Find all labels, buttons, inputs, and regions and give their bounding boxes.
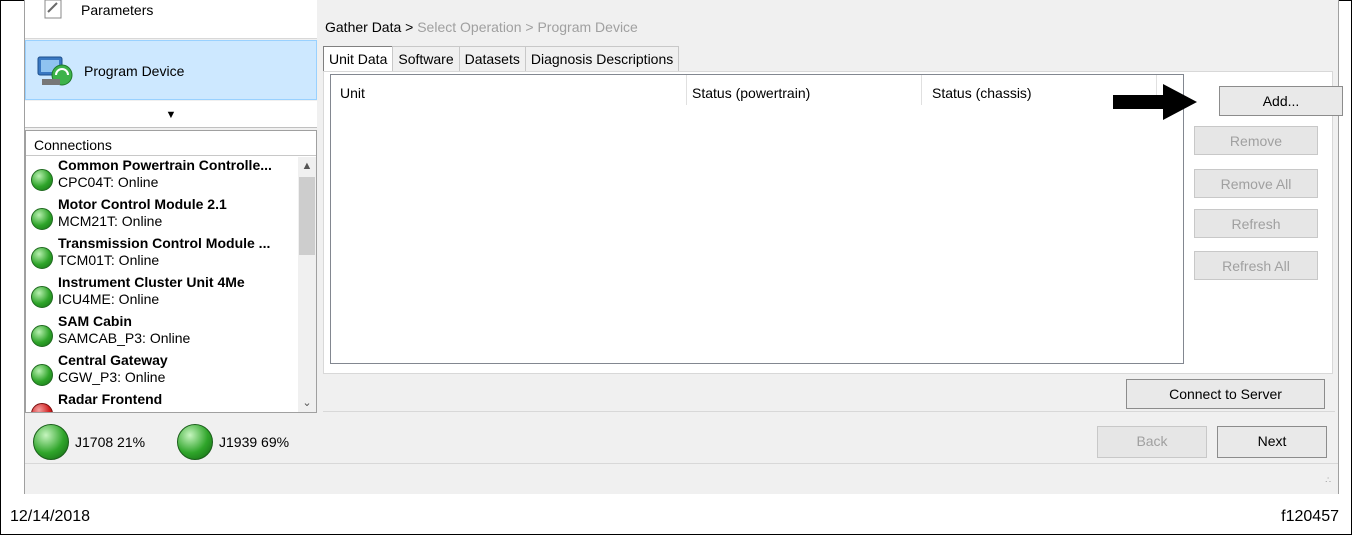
tab-datasets[interactable]: Datasets xyxy=(458,46,526,71)
nav-item-parameters[interactable]: Parameters xyxy=(25,0,317,39)
status-light-icon xyxy=(31,286,53,308)
connection-item[interactable]: Radar Frontend xyxy=(26,391,298,412)
bus-j1939-indicator: J1939 69% xyxy=(177,424,289,460)
scroll-down-icon[interactable]: ⌄ xyxy=(298,394,316,412)
breadcrumb-step-select: Select Operation > xyxy=(417,19,534,35)
resize-grip-icon[interactable]: ∴ xyxy=(1325,475,1331,486)
connection-status: ICU4ME: Online xyxy=(58,291,160,307)
status-light-icon xyxy=(31,247,53,269)
figure-id: f120457 xyxy=(1281,508,1339,525)
bus-label: J1939 69% xyxy=(219,434,290,450)
nav-item-label: Parameters xyxy=(81,2,154,18)
connection-item[interactable]: Transmission Control Module ... TCM01T: O… xyxy=(26,235,298,274)
column-status-powertrain[interactable]: Status (powertrain) xyxy=(692,85,810,101)
nav-item-label: Program Device xyxy=(84,63,185,79)
breadcrumb: Gather Data > Select Operation > Program… xyxy=(325,19,638,35)
bus-j1708-indicator: J1708 21% xyxy=(33,424,145,460)
unit-grid[interactable]: Unit Status (powertrain) Status (chassis… xyxy=(330,74,1184,364)
connection-status: MCM21T: Online xyxy=(58,213,163,229)
next-button[interactable]: Next xyxy=(1217,426,1327,458)
column-divider[interactable] xyxy=(686,75,687,105)
connection-name: Instrument Cluster Unit 4Me xyxy=(58,274,245,290)
connection-name: Motor Control Module 2.1 xyxy=(58,196,227,212)
connection-name: Radar Frontend xyxy=(58,391,163,407)
bus-label: J1708 21% xyxy=(75,434,146,450)
app-window: Parameters Program Device ▼ Connections … xyxy=(24,0,1343,494)
refresh-all-button[interactable]: Refresh All xyxy=(1194,251,1318,280)
grid-header: Unit Status (powertrain) Status (chassis… xyxy=(331,75,1183,109)
status-bar xyxy=(25,463,1338,494)
connection-status: CGW_P3: Online xyxy=(58,369,166,385)
status-light-icon xyxy=(31,403,53,412)
tab-software[interactable]: Software xyxy=(392,46,460,71)
status-light-icon xyxy=(31,325,53,347)
connections-scrollbar[interactable]: ▲ ⌄ xyxy=(298,157,316,412)
status-light-icon xyxy=(177,424,213,460)
connection-name: Transmission Control Module ... xyxy=(58,235,271,251)
connection-item[interactable]: Motor Control Module 2.1 MCM21T: Online xyxy=(26,196,298,235)
column-divider[interactable] xyxy=(921,75,922,105)
callout-arrow-icon xyxy=(1113,84,1197,120)
status-light-icon xyxy=(31,364,53,386)
connection-status: SAMCAB_P3: Online xyxy=(58,330,191,346)
connection-status: TCM01T: Online xyxy=(58,252,160,268)
chevron-down-icon: ▼ xyxy=(165,109,177,121)
figure-date: 12/14/2018 xyxy=(10,508,91,525)
refresh-button[interactable]: Refresh xyxy=(1194,209,1318,238)
nav-item-program-device[interactable]: Program Device xyxy=(25,40,317,100)
connection-status: CPC04T: Online xyxy=(58,174,159,190)
remove-all-button[interactable]: Remove All xyxy=(1194,169,1318,198)
connections-panel: Connections Common Powertrain Controlle.… xyxy=(25,130,317,413)
back-button[interactable]: Back xyxy=(1097,426,1207,458)
connection-item[interactable]: Central Gateway CGW_P3: Online xyxy=(26,352,298,391)
connections-list[interactable]: Common Powertrain Controlle... CPC04T: On… xyxy=(26,157,298,412)
tab-strip: Unit Data Software Datasets Diagnosis De… xyxy=(323,46,680,72)
tab-unit-data[interactable]: Unit Data xyxy=(323,46,394,72)
divider xyxy=(323,411,1335,412)
connection-item[interactable]: SAM Cabin SAMCAB_P3: Online xyxy=(26,313,298,352)
status-light-icon xyxy=(33,424,69,460)
status-light-icon xyxy=(31,169,53,191)
tab-diagnosis-descriptions[interactable]: Diagnosis Descriptions xyxy=(524,46,680,71)
connections-header: Connections xyxy=(26,131,316,156)
connection-name: Central Gateway xyxy=(58,352,168,368)
scrollbar-thumb[interactable] xyxy=(299,177,315,255)
nav-expand-button[interactable]: ▼ xyxy=(25,101,317,128)
remove-button[interactable]: Remove xyxy=(1194,126,1318,155)
connection-item[interactable]: Common Powertrain Controlle... CPC04T: On… xyxy=(26,157,298,196)
add-button[interactable]: Add... xyxy=(1219,86,1343,116)
column-status-chassis[interactable]: Status (chassis) xyxy=(932,85,1032,101)
scroll-up-icon[interactable]: ▲ xyxy=(298,157,316,175)
program-device-icon xyxy=(36,53,76,89)
breadcrumb-step-gather[interactable]: Gather Data > xyxy=(325,19,413,35)
connection-name: Common Powertrain Controlle... xyxy=(58,157,272,173)
parameters-icon xyxy=(39,0,67,22)
connect-to-server-button[interactable]: Connect to Server xyxy=(1126,379,1325,409)
connection-name: SAM Cabin xyxy=(58,313,132,329)
column-unit[interactable]: Unit xyxy=(340,85,365,101)
status-light-icon xyxy=(31,208,53,230)
connection-item[interactable]: Instrument Cluster Unit 4Me ICU4ME: Onlin… xyxy=(26,274,298,313)
breadcrumb-step-program: Program Device xyxy=(537,19,638,35)
